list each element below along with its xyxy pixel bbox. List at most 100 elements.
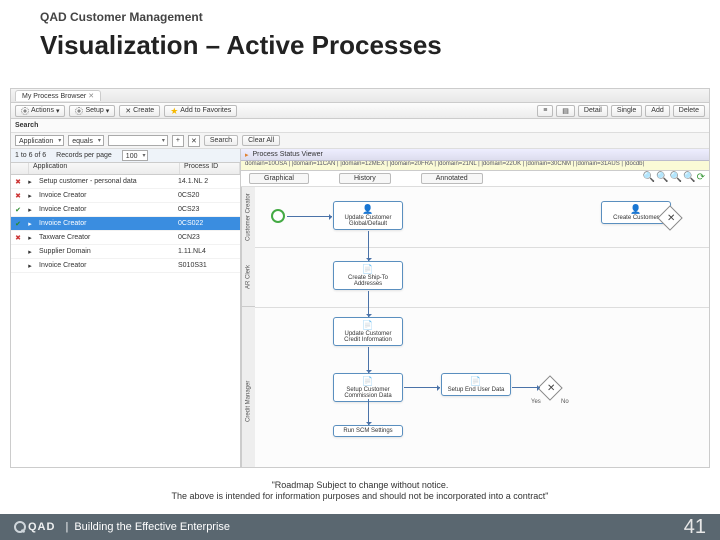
records-per-page-select[interactable]: 100 bbox=[122, 150, 149, 161]
domain-bar: domain=10USA | |domain=11CAN | |domain=1… bbox=[241, 161, 709, 171]
bpmn-canvas[interactable]: Customer Creator AR Clerk Credit Manager… bbox=[241, 187, 709, 467]
footer-tagline: Building the Effective Enterprise bbox=[74, 521, 230, 533]
zoom-fit-icon[interactable]: 🔍 bbox=[670, 172, 682, 183]
table-row[interactable]: ✖▸Invoice Creator0CS20 bbox=[11, 189, 240, 203]
node-update-customer-global[interactable]: 👤Update Customer Global/Default bbox=[333, 201, 403, 230]
table-row[interactable]: ✔▸Invoice Creator0CS23 bbox=[11, 203, 240, 217]
diagram-toolbar: Graphical History Annotated 🔍 🔍 🔍 🔍 ⟳ bbox=[241, 171, 709, 187]
diagram-pane: ▸Process Status Viewer domain=10USA | |d… bbox=[241, 149, 709, 467]
clear-all-button[interactable]: Clear All bbox=[242, 135, 280, 146]
node-run-scm[interactable]: Run SCM Settings bbox=[333, 425, 403, 437]
qad-logo: QAD bbox=[14, 521, 59, 533]
table-row[interactable]: ✖▸Taxware Creator0CN23 bbox=[11, 231, 240, 245]
actions-button[interactable]: Actions ▾ bbox=[15, 105, 65, 117]
results-pane: 1 to 6 of 6 Records per page 100 Applica… bbox=[11, 149, 241, 467]
row-code: 0CS022 bbox=[178, 220, 238, 227]
detail-button[interactable]: Detail bbox=[578, 105, 608, 117]
search-label: Search bbox=[15, 122, 38, 129]
page-number: 41 bbox=[684, 516, 706, 539]
row-label: Invoice Creator bbox=[37, 206, 176, 213]
page-title: Visualization – Active Processes bbox=[40, 30, 680, 61]
person-icon: 👤 bbox=[336, 204, 400, 215]
zoom-reset-icon[interactable]: 🔍 bbox=[683, 172, 695, 183]
star-icon: ★ bbox=[170, 107, 178, 115]
table-row[interactable]: ▸Invoice CreatorS010S31 bbox=[11, 259, 240, 273]
table-row[interactable]: ✖▸Setup customer - personal data14.1.NL … bbox=[11, 175, 240, 189]
node-setup-enduser[interactable]: 📄Setup End User Data bbox=[441, 373, 511, 396]
module-title: QAD Customer Management bbox=[40, 10, 680, 24]
row-label: Invoice Creator bbox=[37, 262, 176, 269]
tab-process-browser[interactable]: My Process Browser ✕ bbox=[15, 90, 101, 101]
search-button[interactable]: Search bbox=[204, 135, 238, 146]
row-label: Taxware Creator bbox=[37, 234, 176, 241]
filter-row: Application equals + ✕ Search Clear All bbox=[11, 133, 709, 149]
app-frame: My Process Browser ✕ Actions ▾ Setup ▾ ✕… bbox=[10, 88, 710, 468]
disclaimer: "Roadmap Subject to change without notic… bbox=[0, 480, 720, 502]
status-icon: ✖ bbox=[13, 192, 23, 200]
lane-ar-clerk: AR Clerk bbox=[241, 247, 255, 307]
tab-bar: My Process Browser ✕ bbox=[11, 89, 709, 103]
tab-annotated[interactable]: Annotated bbox=[421, 173, 483, 184]
add-button[interactable]: Add bbox=[645, 105, 669, 117]
row-code: 1.11.NL4 bbox=[178, 248, 238, 255]
filter-op-select[interactable]: equals bbox=[68, 135, 104, 146]
grid-view-button[interactable]: ≡ bbox=[537, 105, 553, 117]
row-label: Supplier Domain bbox=[37, 248, 176, 255]
status-icon: ✖ bbox=[13, 234, 23, 242]
tab-label: My Process Browser bbox=[22, 93, 86, 100]
table-row[interactable]: ✔▸Invoice Creator0CS022 bbox=[11, 217, 240, 231]
footer-bar: QAD | Building the Effective Enterprise … bbox=[0, 514, 720, 540]
viewer-title: Process Status Viewer bbox=[253, 151, 323, 158]
gear-icon bbox=[75, 107, 83, 115]
search-row: Search bbox=[11, 119, 709, 133]
list-view-button[interactable]: ▤ bbox=[556, 105, 575, 117]
result-rows: ✖▸Setup customer - personal data14.1.NL … bbox=[11, 175, 240, 467]
gear-icon bbox=[21, 107, 29, 115]
status-icon: ✔ bbox=[13, 220, 23, 228]
record-count: 1 to 6 of 6 bbox=[15, 152, 46, 159]
row-code: 0CS23 bbox=[178, 206, 238, 213]
close-icon[interactable]: ✕ bbox=[88, 92, 94, 100]
remove-filter-button[interactable]: ✕ bbox=[188, 135, 200, 147]
create-button[interactable]: ✕ Create bbox=[119, 105, 160, 117]
refresh-icon[interactable]: ⟳ bbox=[697, 172, 705, 183]
expand-icon[interactable]: ▸ bbox=[25, 206, 35, 214]
expand-icon[interactable]: ▸ bbox=[25, 262, 35, 270]
single-button[interactable]: Single bbox=[611, 105, 642, 117]
expand-icon[interactable]: ▸ bbox=[25, 178, 35, 186]
start-event[interactable] bbox=[271, 209, 285, 223]
lane-customer-creator: Customer Creator bbox=[241, 187, 255, 247]
setup-button[interactable]: Setup ▾ bbox=[69, 105, 115, 117]
records-per-page-label: Records per page bbox=[56, 152, 112, 159]
col-application[interactable]: Application bbox=[29, 163, 180, 174]
node-create-shipto[interactable]: 📄Create Ship-To Addresses bbox=[333, 261, 403, 290]
tab-history[interactable]: History bbox=[339, 173, 391, 184]
expand-icon[interactable]: ▸ bbox=[25, 248, 35, 256]
row-code: S010S31 bbox=[178, 262, 238, 269]
table-row[interactable]: ▸Supplier Domain1.11.NL4 bbox=[11, 245, 240, 259]
filter-value-select[interactable] bbox=[108, 135, 168, 146]
doc-icon: 📄 bbox=[444, 376, 508, 387]
main-toolbar: Actions ▾ Setup ▾ ✕ Create ★Add to Favor… bbox=[11, 103, 709, 119]
gw-yes: Yes bbox=[531, 399, 541, 405]
status-icon: ✖ bbox=[13, 178, 23, 186]
row-code: 0CN23 bbox=[178, 234, 238, 241]
person-icon: 👤 bbox=[604, 204, 668, 215]
expand-icon[interactable]: ▸ bbox=[25, 192, 35, 200]
node-update-credit[interactable]: 📄Update Customer Credit Information bbox=[333, 317, 403, 346]
col-process-id[interactable]: Process ID bbox=[180, 163, 240, 174]
zoom-in-icon[interactable]: 🔍 bbox=[656, 172, 668, 183]
doc-icon: 📄 bbox=[336, 264, 400, 275]
footer-sep: | bbox=[65, 521, 68, 533]
status-icon: ✔ bbox=[13, 206, 23, 214]
zoom-out-icon[interactable]: 🔍 bbox=[643, 172, 655, 183]
add-filter-button[interactable]: + bbox=[172, 135, 184, 147]
node-setup-commission[interactable]: 📄Setup Customer Commission Data bbox=[333, 373, 403, 402]
tab-graphical[interactable]: Graphical bbox=[249, 173, 309, 184]
expand-icon[interactable]: ▸ bbox=[25, 220, 35, 228]
doc-icon: 📄 bbox=[336, 376, 400, 387]
expand-icon[interactable]: ▸ bbox=[25, 234, 35, 242]
filter-field-select[interactable]: Application bbox=[15, 135, 64, 146]
delete-button[interactable]: Delete bbox=[673, 105, 705, 117]
add-favorite-button[interactable]: ★Add to Favorites bbox=[164, 105, 237, 117]
